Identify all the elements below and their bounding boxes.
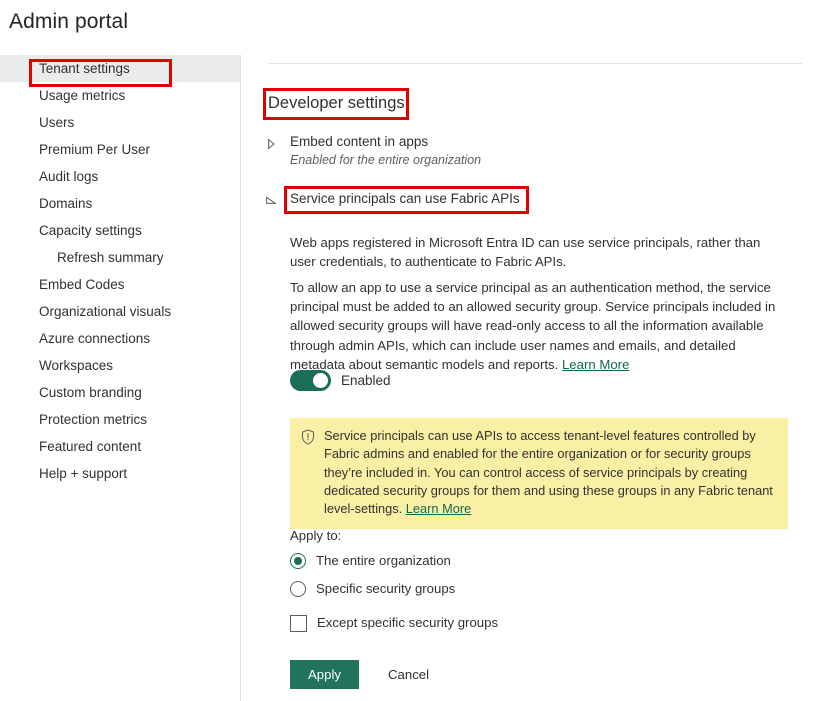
learn-more-link-banner[interactable]: Learn More	[406, 501, 471, 516]
sidebar-item-label: Refresh summary	[57, 250, 164, 265]
sidebar-item-label: Domains	[39, 196, 93, 211]
sidebar-item-label: Usage metrics	[39, 88, 126, 103]
description-paragraph-1: Web apps registered in Microsoft Entra I…	[290, 235, 761, 270]
radio-label-entire-organization: The entire organization	[316, 553, 451, 568]
radio-label-specific-security-groups: Specific security groups	[316, 581, 456, 596]
enabled-toggle[interactable]	[290, 370, 331, 391]
setting-title-service-principals-fabric-apis[interactable]: Service principals can use Fabric APIs	[290, 190, 520, 208]
learn-more-link-description[interactable]: Learn More	[562, 357, 629, 372]
sidebar-item-label: Premium Per User	[39, 142, 151, 157]
sidebar-item-label: Custom branding	[39, 385, 142, 400]
apply-to-label: Apply to:	[290, 528, 342, 543]
sidebar-item-embed-codes[interactable]: Embed Codes	[0, 271, 240, 298]
sidebar-item-label: Protection metrics	[39, 412, 148, 427]
enabled-toggle-row: Enabled	[290, 370, 391, 391]
sidebar-item-label: Embed Codes	[39, 277, 125, 292]
sidebar-item-workspaces[interactable]: Workspaces	[0, 352, 240, 379]
sidebar-item-label: Users	[39, 115, 75, 130]
sidebar-item-custom-branding[interactable]: Custom branding	[0, 379, 240, 406]
description-paragraph-2-text: To allow an app to use a service princip…	[290, 280, 776, 372]
page-title: Admin portal	[9, 10, 129, 33]
shield-alert-icon	[301, 429, 315, 445]
radio-option-specific-security-groups[interactable]: Specific security groups	[290, 580, 455, 598]
sidebar-item-help-support[interactable]: Help + support	[0, 460, 240, 487]
radio-button-specific-security-groups[interactable]	[290, 581, 306, 597]
radio-option-entire-organization[interactable]: The entire organization	[290, 552, 451, 570]
page-section-heading: Developer settings	[268, 94, 405, 112]
radio-button-entire-organization[interactable]	[290, 553, 306, 569]
setting-title-embed-content-in-apps[interactable]: Embed content in apps	[290, 133, 428, 151]
main-content: Developer settings Embed content in apps…	[241, 0, 819, 701]
sidebar-item-usage-metrics[interactable]: Usage metrics	[0, 82, 240, 109]
sidebar-item-label: Help + support	[39, 466, 128, 481]
sidebar-item-label: Capacity settings	[39, 223, 142, 238]
sidebar-item-capacity-settings[interactable]: Capacity settings	[0, 217, 240, 244]
sidebar-item-premium-per-user[interactable]: Premium Per User	[0, 136, 240, 163]
sidebar-item-azure-connections[interactable]: Azure connections	[0, 325, 240, 352]
sidebar-item-domains[interactable]: Domains	[0, 190, 240, 217]
setting-status-embed-content-in-apps: Enabled for the entire organization	[290, 153, 482, 167]
sidebar-item-label: Workspaces	[39, 358, 114, 373]
description-paragraph-2: To allow an app to use a service princip…	[290, 278, 786, 374]
apply-button[interactable]: Apply	[290, 660, 359, 689]
sidebar-item-organizational-visuals[interactable]: Organizational visuals	[0, 298, 240, 325]
checkbox-except-specific-security-groups[interactable]	[290, 614, 307, 632]
enabled-toggle-label: Enabled	[341, 372, 391, 388]
sidebar-item-label: Organizational visuals	[39, 304, 172, 319]
sidebar-item-label: Tenant settings	[39, 61, 130, 76]
sidebar-item-label: Featured content	[39, 439, 142, 454]
sidebar-item-tenant-settings[interactable]: Tenant settings	[0, 55, 240, 82]
checkbox-option-except-specific-security-groups[interactable]: Except specific security groups	[290, 614, 498, 632]
sidebar-item-protection-metrics[interactable]: Protection metrics	[0, 406, 240, 433]
sidebar-item-featured-content[interactable]: Featured content	[0, 433, 240, 460]
sidebar-nav: Tenant settings Usage metrics Users Premium…	[0, 55, 241, 701]
checkbox-label-except-specific-security-groups: Except specific security groups	[317, 615, 499, 630]
warning-banner: Service principals can use APIs to acces…	[290, 418, 788, 530]
cancel-button[interactable]: Cancel	[388, 660, 429, 689]
chevron-down-icon[interactable]	[265, 194, 278, 206]
sidebar-item-audit-logs[interactable]: Audit logs	[0, 163, 240, 190]
top-divider	[268, 63, 802, 64]
chevron-right-icon[interactable]	[265, 137, 277, 150]
sidebar-item-label: Audit logs	[39, 169, 99, 184]
sidebar-item-users[interactable]: Users	[0, 109, 240, 136]
warning-banner-body: Service principals can use APIs to acces…	[324, 428, 773, 517]
warning-banner-text: Service principals can use APIs to acces…	[324, 427, 776, 518]
sidebar-item-label: Azure connections	[39, 331, 151, 346]
sidebar-item-refresh-summary[interactable]: Refresh summary	[0, 244, 240, 271]
